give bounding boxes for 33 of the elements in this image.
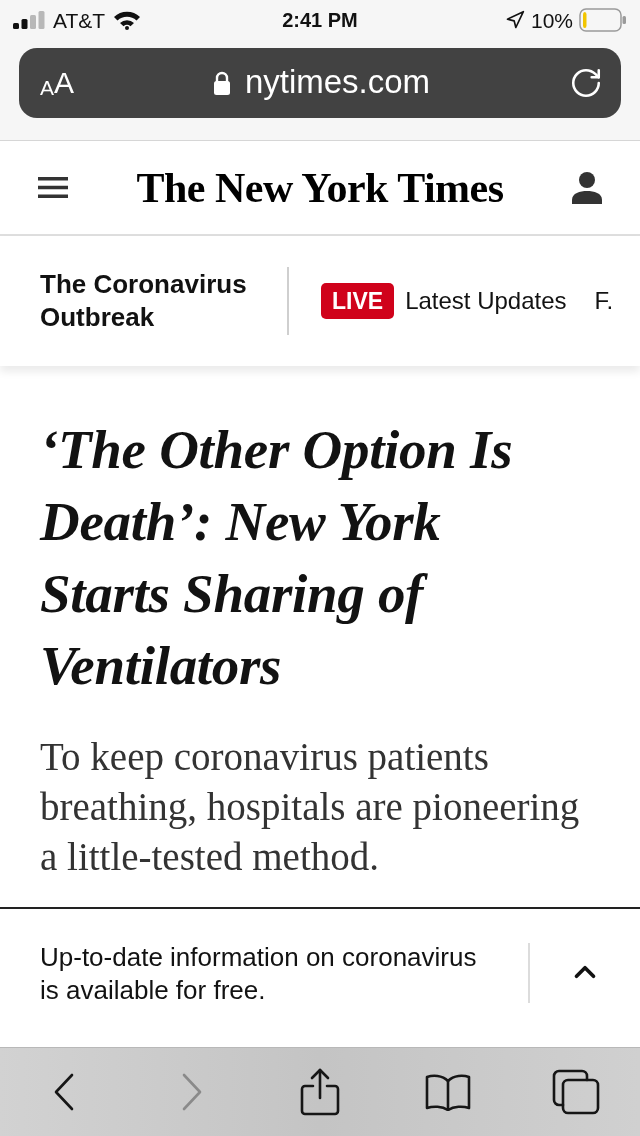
tabs-button[interactable] (552, 1069, 600, 1115)
text-size-button[interactable]: AA (40, 68, 75, 98)
newspaper-logo[interactable]: The New York Times (136, 166, 504, 209)
banner-message: Up-to-date information on coronavirus is available for free. (40, 941, 478, 1007)
article-headline: ‘The Other Option Is Death’: New York Starts Sharing of Ventilators (40, 418, 514, 698)
address-field[interactable]: AA nytimes.com (19, 48, 621, 118)
reload-icon (569, 66, 603, 100)
share-icon (300, 1068, 340, 1116)
bookmarks-button[interactable] (425, 1073, 471, 1111)
account-icon (572, 171, 602, 204)
account-button[interactable] (572, 171, 602, 204)
menu-icon (38, 177, 68, 198)
tabs-icon (552, 1069, 600, 1115)
carrier-name: AT&T (53, 9, 106, 31)
clock-time: 2:41 PM (281, 10, 359, 30)
url-text: nytimes.com (244, 64, 431, 102)
nav-link[interactable]: F. (594, 289, 614, 313)
back-button[interactable] (53, 1073, 75, 1111)
location-arrow-icon (504, 10, 525, 30)
section-title-link[interactable]: The Coronavirus Outbreak (40, 268, 268, 334)
wifi-icon (113, 10, 142, 30)
signal-icon (13, 11, 45, 29)
reload-button[interactable] (569, 66, 603, 100)
lock-icon (212, 71, 231, 95)
back-icon (53, 1073, 75, 1111)
article-summary: To keep coronavirus patients breathing, hospitals are pioneering a little-tested method. (40, 734, 581, 880)
forward-icon (181, 1073, 203, 1111)
book-icon (425, 1073, 471, 1111)
menu-button[interactable] (38, 177, 68, 198)
nav-link[interactable]: LIVE Latest Updates (321, 283, 567, 319)
live-badge: LIVE (321, 283, 395, 319)
share-button[interactable] (300, 1068, 340, 1116)
battery-percent: 10% (530, 9, 573, 31)
